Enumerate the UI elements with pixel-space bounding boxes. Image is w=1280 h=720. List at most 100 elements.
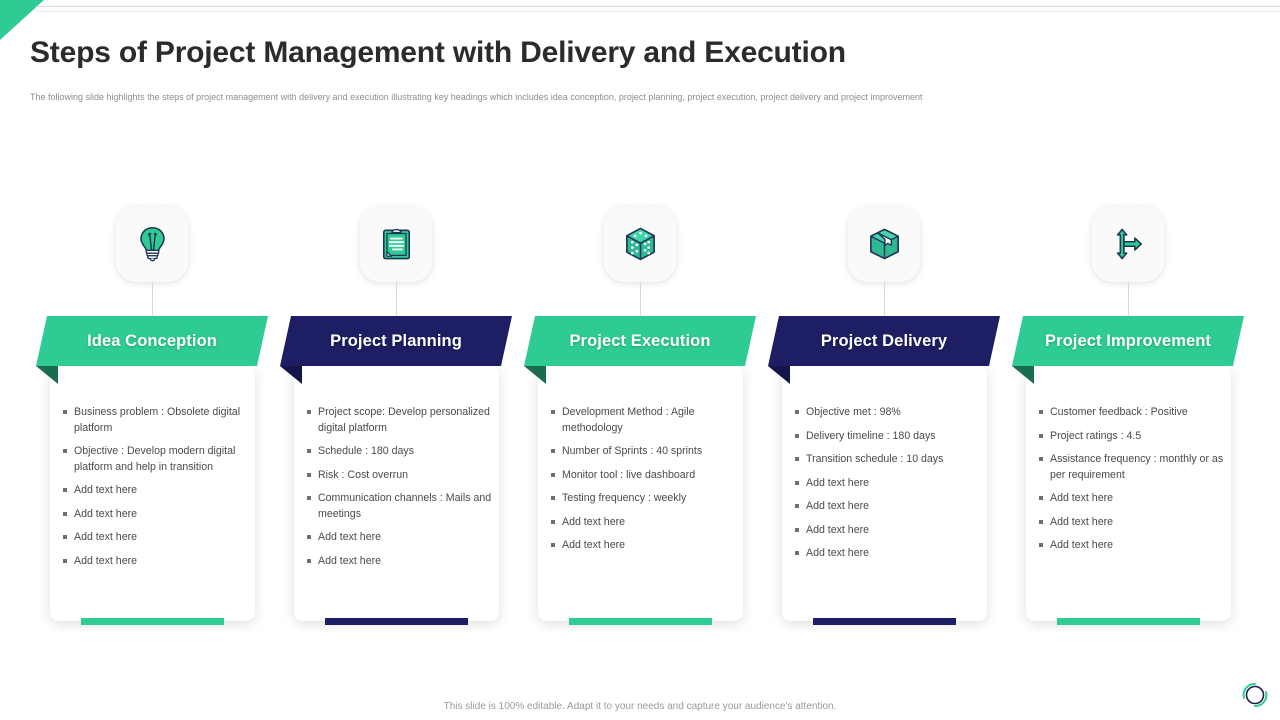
- list-item-label: Add text here: [318, 531, 382, 543]
- list-item[interactable]: Add text here: [551, 538, 737, 554]
- list-item-label: Project ratings : 4.5: [1050, 429, 1142, 442]
- bullet-marker-icon: [795, 452, 806, 468]
- list-item[interactable]: Add text here: [1039, 515, 1225, 531]
- bullet-marker-icon: [795, 523, 806, 539]
- list-item[interactable]: Add text here: [63, 507, 249, 523]
- step-icon-badge-3[interactable]: [603, 206, 677, 282]
- clipboard-icon: [376, 224, 416, 264]
- list-item-label: Delivery timeline : 180 days: [806, 429, 936, 442]
- step-icon-badge-1[interactable]: [115, 206, 189, 282]
- list-item-label: Monitor tool : live dashboard: [562, 468, 696, 481]
- list-item-label: Add text here: [562, 539, 626, 551]
- slide-canvas: Steps of Project Management with Deliver…: [0, 0, 1280, 720]
- step-banner-4[interactable]: Project Delivery: [768, 316, 1000, 366]
- list-item[interactable]: Transition schedule : 10 days: [795, 452, 981, 468]
- list-item-label: Add text here: [806, 547, 870, 559]
- step-card-accent-bar: [569, 618, 712, 625]
- list-item-label: Objective met : 98%: [806, 406, 901, 418]
- brand-logo-icon: [1239, 679, 1271, 711]
- list-item[interactable]: Objective : Develop modern digital platf…: [63, 444, 249, 475]
- list-item[interactable]: Add text here: [63, 483, 249, 499]
- step-banner-1[interactable]: Idea Conception: [36, 316, 268, 366]
- list-item[interactable]: Add text here: [795, 546, 981, 562]
- step-column-5: Project Improvement Customer feedback : …: [1006, 0, 1250, 720]
- step-card-accent-bar: [325, 618, 468, 625]
- step-icon-badge-5[interactable]: [1091, 206, 1165, 282]
- bullet-marker-icon: [1039, 405, 1050, 421]
- bullet-marker-icon: [307, 405, 318, 436]
- step-icon-badge-4[interactable]: [847, 206, 921, 282]
- list-item[interactable]: Add text here: [63, 530, 249, 546]
- list-item[interactable]: Development Method : Agile methodology: [551, 405, 737, 436]
- step-bullet-list-4: Objective met : 98% Delivery timeline : …: [795, 405, 981, 570]
- list-item[interactable]: Project ratings : 4.5: [1039, 429, 1225, 445]
- list-item-label: Add text here: [1050, 539, 1114, 551]
- step-title: Project Planning: [330, 331, 462, 350]
- step-column-1: Idea Conception Business problem : Obsol…: [30, 0, 274, 720]
- step-bullet-list-2: Project scope: Develop personalized digi…: [307, 405, 493, 577]
- bullet-marker-icon: [307, 468, 318, 484]
- step-banner-5[interactable]: Project Improvement: [1012, 316, 1244, 366]
- bullet-marker-icon: [551, 538, 562, 554]
- step-column-2: Project Planning Project scope: Develop …: [274, 0, 518, 720]
- list-item-label: Add text here: [318, 554, 382, 567]
- footer-note: This slide is 100% editable. Adapt it to…: [443, 701, 837, 712]
- step-icon-badge-2[interactable]: [359, 206, 433, 282]
- list-item[interactable]: Business problem : Obsolete digital plat…: [63, 405, 249, 436]
- direction-arrows-icon: [1108, 224, 1148, 264]
- list-item[interactable]: Add text here: [307, 554, 493, 570]
- list-item-label: Customer feedback : Positive: [1050, 406, 1188, 418]
- list-item[interactable]: Testing frequency : weekly: [551, 491, 737, 507]
- list-item-label: Development Method : Agile methodology: [562, 406, 695, 434]
- bullet-marker-icon: [551, 444, 562, 460]
- bullet-marker-icon: [1039, 538, 1050, 554]
- list-item[interactable]: Schedule : 180 days: [307, 444, 493, 460]
- list-item-label: Add text here: [806, 523, 870, 536]
- step-title: Idea Conception: [87, 331, 217, 350]
- list-item[interactable]: Monitor tool : live dashboard: [551, 468, 737, 484]
- list-item[interactable]: Delivery timeline : 180 days: [795, 429, 981, 445]
- list-item[interactable]: Assistance frequency : monthly or as per…: [1039, 452, 1225, 483]
- list-item-label: Schedule : 180 days: [318, 445, 415, 457]
- step-title: Project Delivery: [820, 331, 948, 350]
- step-banner-fold: [524, 366, 546, 384]
- list-item-label: Add text here: [74, 484, 138, 496]
- bullet-marker-icon: [63, 405, 74, 436]
- list-item[interactable]: Add text here: [551, 515, 737, 531]
- step-banner-2[interactable]: Project Planning: [280, 316, 512, 366]
- list-item[interactable]: Add text here: [795, 523, 981, 539]
- bullet-marker-icon: [63, 507, 74, 523]
- list-item-label: Business problem : Obsolete digital plat…: [74, 406, 241, 434]
- list-item[interactable]: Add text here: [307, 530, 493, 546]
- bullet-marker-icon: [551, 491, 562, 507]
- list-item-label: Communication channels : Mails and meeti…: [318, 492, 492, 520]
- bullet-marker-icon: [307, 554, 318, 570]
- list-item[interactable]: Add text here: [795, 476, 981, 492]
- list-item[interactable]: Risk : Cost overrun: [307, 468, 493, 484]
- list-item[interactable]: Add text here: [1039, 491, 1225, 507]
- lightbulb-icon: [131, 223, 173, 265]
- list-item[interactable]: Project scope: Develop personalized digi…: [307, 405, 493, 436]
- step-banner-fold: [768, 366, 790, 384]
- bullet-marker-icon: [795, 546, 806, 562]
- step-column-4: Project Delivery Objective met : 98% Del…: [762, 0, 1006, 720]
- step-connector-line: [640, 282, 641, 318]
- list-item[interactable]: Number of Sprints : 40 sprints: [551, 444, 737, 460]
- list-item[interactable]: Add text here: [1039, 538, 1225, 554]
- list-item[interactable]: Add text here: [63, 554, 249, 570]
- bullet-marker-icon: [307, 530, 318, 546]
- step-connector-line: [884, 282, 885, 318]
- bullet-marker-icon: [795, 499, 806, 515]
- step-bullet-list-3: Development Method : Agile methodology N…: [551, 405, 737, 562]
- bullet-marker-icon: [551, 515, 562, 531]
- list-item[interactable]: Add text here: [795, 499, 981, 515]
- step-connector-line: [1128, 282, 1129, 318]
- list-item[interactable]: Communication channels : Mails and meeti…: [307, 491, 493, 522]
- list-item-label: Add text here: [74, 531, 138, 543]
- bullet-marker-icon: [63, 554, 74, 570]
- step-banner-3[interactable]: Project Execution: [524, 316, 756, 366]
- list-item[interactable]: Customer feedback : Positive: [1039, 405, 1225, 421]
- list-item-label: Objective : Develop modern digital platf…: [74, 445, 236, 473]
- list-item[interactable]: Objective met : 98%: [795, 405, 981, 421]
- list-item-label: Testing frequency : weekly: [562, 492, 687, 504]
